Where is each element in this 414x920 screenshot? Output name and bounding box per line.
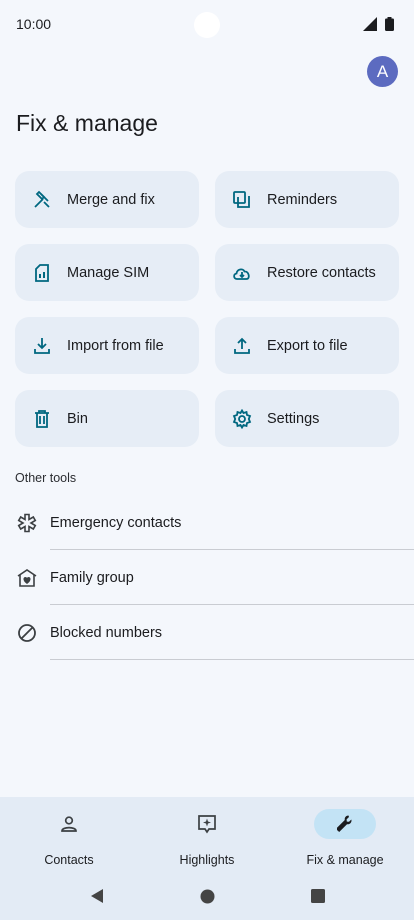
wrench-icon (314, 809, 376, 839)
recents-icon[interactable] (310, 889, 325, 903)
status-icons (363, 17, 394, 31)
tile-label: Merge and fix (67, 191, 155, 208)
tile-label: Bin (67, 410, 88, 427)
person-icon (38, 809, 100, 839)
avatar-initial: A (376, 61, 389, 81)
nav-label: Contacts (44, 853, 94, 867)
manage-sim-button[interactable]: Manage SIM (15, 244, 199, 301)
home-icon[interactable] (200, 889, 215, 904)
tile-label: Restore contacts (267, 264, 376, 281)
download-icon (32, 336, 52, 356)
block-icon (16, 622, 38, 644)
settings-button[interactable]: Settings (215, 390, 399, 447)
tile-label: Export to file (267, 337, 348, 354)
tile-label: Manage SIM (67, 264, 150, 281)
nav-label: Highlights (179, 853, 235, 867)
tile-label: Import from file (67, 337, 164, 354)
export-file-button[interactable]: Export to file (215, 317, 399, 374)
other-tools-heading: Other tools (15, 471, 77, 485)
back-icon[interactable] (90, 888, 104, 904)
tile-label: Settings (267, 410, 320, 427)
cloud-download-icon (232, 263, 252, 283)
restore-contacts-button[interactable]: Restore contacts (215, 244, 399, 301)
upload-icon (232, 336, 252, 356)
tool-label: Blocked numbers (50, 624, 163, 641)
merge-fix-icon (32, 190, 52, 210)
emergency-contacts-item[interactable]: Emergency contacts (0, 495, 414, 550)
import-file-button[interactable]: Import from file (15, 317, 199, 374)
family-group-item[interactable]: Family group (0, 550, 414, 605)
system-navigation (0, 883, 414, 909)
page-title: Fix & manage (16, 110, 158, 136)
signal-icon (363, 17, 377, 31)
nav-contacts[interactable]: Contacts (0, 797, 138, 875)
highlights-icon (176, 809, 238, 839)
emergency-icon (16, 512, 38, 534)
tile-label: Reminders (267, 191, 338, 208)
merge-fix-button[interactable]: Merge and fix (15, 171, 199, 228)
nav-highlights[interactable]: Highlights (138, 797, 276, 875)
sim-card-icon (32, 263, 52, 283)
trash-icon (32, 409, 52, 429)
tools-grid: Merge and fix Reminders Manage SIM Resto… (15, 171, 399, 447)
avatar[interactable]: A (367, 56, 398, 87)
tool-label: Family group (50, 569, 134, 586)
status-time: 10:00 (16, 16, 52, 32)
camera-cutout (194, 12, 220, 38)
reminders-icon (232, 190, 252, 210)
gear-icon (232, 408, 252, 429)
battery-icon (385, 17, 394, 31)
nav-fix-manage[interactable]: Fix & manage (276, 797, 414, 875)
nav-label: Fix & manage (306, 853, 384, 867)
reminders-button[interactable]: Reminders (215, 171, 399, 228)
bin-button[interactable]: Bin (15, 390, 199, 447)
family-home-icon (16, 567, 38, 589)
blocked-numbers-item[interactable]: Blocked numbers (0, 605, 414, 660)
divider (50, 659, 414, 660)
bottom-navigation: Contacts Highlights Fix & manage (0, 797, 414, 920)
other-tools-list: Emergency contacts Family group Blocked … (0, 495, 414, 660)
tool-label: Emergency contacts (50, 514, 182, 531)
